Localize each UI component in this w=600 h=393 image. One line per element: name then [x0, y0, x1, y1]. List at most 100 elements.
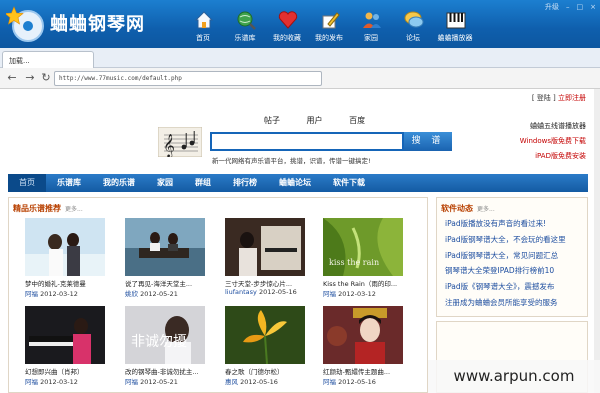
topnav-player[interactable]: 蛐蛐播放器 — [436, 0, 474, 48]
mainnav-library[interactable]: 乐谱库 — [46, 174, 92, 192]
software-news-panel: 软件动态 更多... iPad版播放没有声音的看过来! iPad版钢琴谱大全，不会… — [436, 197, 588, 317]
page-scrollbar[interactable] — [594, 89, 600, 393]
news-item[interactable]: 注册成为蛐蛐会员所能享受的服务 — [445, 295, 566, 311]
promo-windows[interactable]: Windows版免费下载 — [520, 134, 586, 149]
card-date: 2012-05-16 — [338, 378, 376, 386]
card-date: 2012-05-21 — [140, 290, 178, 298]
promo-player[interactable]: 蛐蛐五线谱播放器 — [520, 119, 586, 134]
refresh-icon[interactable]: ↻ — [40, 72, 52, 84]
card-date: 2012-05-16 — [240, 378, 278, 386]
card-thumbnail — [225, 306, 305, 364]
mainnav-my-scores[interactable]: 我的乐谱 — [92, 174, 146, 192]
news-item[interactable]: 钢琴谱大全荣登IPAD排行榜前10 — [445, 263, 566, 279]
card-title[interactable]: 三寸天堂-步步惊心片... — [225, 278, 305, 288]
card-user[interactable]: 惠风 — [225, 378, 238, 386]
music-panel-title: 精品乐谱推荐 更多... — [13, 203, 83, 214]
music-panel-more-link[interactable]: 更多... — [65, 206, 83, 213]
search-tab-posts[interactable]: 帖子 — [264, 115, 280, 126]
news-item[interactable]: iPad版《钢琴谱大全》，震撼发布 — [445, 279, 566, 295]
logo-icon — [6, 6, 44, 42]
register-link[interactable]: 立即注册 — [558, 94, 586, 102]
login-link[interactable]: [ 登陆 ] — [532, 94, 556, 102]
close-button[interactable]: × — [590, 3, 596, 11]
card-title[interactable]: 说了再见-海洋天堂主... — [125, 278, 205, 288]
slogan: 新一代网络有声乐谱平台，挑谱，识谱，传谱一键搞定! — [212, 157, 371, 165]
promo-ipad[interactable]: iPAD版免费安装 — [520, 149, 586, 164]
card-user[interactable]: 姚欣 — [125, 290, 138, 298]
mainnav-forum[interactable]: 蛐蛐论坛 — [268, 174, 322, 192]
topnav-favorites[interactable]: 我的收藏 — [268, 0, 306, 48]
card-date: 2012-05-16 — [258, 288, 297, 296]
news-item[interactable]: iPad版播放没有声音的看过来! — [445, 216, 566, 232]
card-title[interactable]: 红颜劫-甄嬛传主题曲... — [323, 366, 403, 376]
login-links: [ 登陆 ] 立即注册 — [532, 93, 586, 103]
maximize-button[interactable]: □ — [577, 3, 584, 11]
music-card[interactable]: kiss the rain Kiss the Rain（雨的印... 阿福 20… — [323, 218, 403, 298]
music-card[interactable]: 春之歌（门德尔松） 惠风 2012-05-16 — [225, 306, 305, 386]
news-item[interactable]: iPad版钢琴谱大全，常见问题汇总 — [445, 248, 566, 264]
globe-search-icon — [237, 11, 256, 30]
pencil-icon — [322, 12, 340, 29]
mainnav-downloads[interactable]: 软件下载 — [322, 174, 376, 192]
main-nav: 首页 乐谱库 我的乐谱 家园 群组 排行榜 蛐蛐论坛 软件下载 — [8, 174, 588, 192]
card-title[interactable]: 春之歌（门德尔松） — [225, 366, 305, 376]
software-news-list: iPad版播放没有声音的看过来! iPad版钢琴谱大全，不会玩的看这里 iPad… — [445, 216, 566, 311]
piano-keys-icon — [446, 12, 466, 29]
card-user[interactable]: 阿福 — [323, 290, 336, 298]
search-tab-users[interactable]: 用户 — [307, 115, 323, 126]
mainnav-rankings[interactable]: 排行榜 — [222, 174, 268, 192]
people-icon — [363, 12, 381, 28]
topnav-published[interactable]: 我的发布 — [310, 0, 348, 48]
card-user[interactable]: 阿福 — [323, 378, 336, 386]
news-item[interactable]: iPad版钢琴谱大全，不会玩的看这里 — [445, 232, 566, 248]
search-tab-baidu[interactable]: 百度 — [349, 115, 365, 126]
topnav-library[interactable]: 乐谱库 — [226, 0, 264, 48]
music-card[interactable]: 非诚勿擾 改的钢琴曲-非诚勿扰主... 阿福 2012-05-21 — [125, 306, 205, 386]
card-title[interactable]: 梦中的婚礼-克莱德曼 — [25, 278, 105, 288]
search-input[interactable] — [210, 132, 404, 151]
music-card[interactable]: 幻想即兴曲（肖邦） 阿福 2012-03-12 — [25, 306, 105, 386]
card-thumbnail — [125, 218, 205, 276]
software-panel-more-link[interactable]: 更多... — [477, 206, 495, 213]
card-date: 2012-03-12 — [40, 290, 78, 298]
card-title[interactable]: Kiss the Rain（雨的印... — [323, 278, 403, 288]
music-card[interactable]: 梦中的婚礼-克莱德曼 阿福 2012-03-12 — [25, 218, 105, 298]
watermark: www.arpun.com — [428, 360, 600, 393]
mainnav-home[interactable]: 首页 — [8, 174, 46, 192]
card-user[interactable]: liufantasy — [225, 288, 257, 296]
card-meta: 姚欣 2012-05-21 — [125, 288, 205, 298]
back-arrow-icon[interactable]: ← — [6, 72, 18, 84]
card-user[interactable]: 阿福 — [25, 378, 38, 386]
card-thumbnail — [25, 218, 105, 276]
minimize-button[interactable]: – — [566, 3, 570, 11]
search-button[interactable]: 搜 谱 — [404, 132, 452, 151]
browser-tab[interactable]: 加载... — [2, 51, 94, 68]
card-title[interactable]: 改的钢琴曲-非诚勿扰主... — [125, 366, 205, 376]
topnav-home-space[interactable]: 家园 — [352, 0, 390, 48]
music-card[interactable]: 三寸天堂-步步惊心片... liufantasy 2012-05-16 — [225, 218, 305, 296]
card-thumbnail: kiss the rain — [323, 218, 403, 276]
mainnav-groups[interactable]: 群组 — [184, 174, 222, 192]
music-card[interactable]: 红颜劫-甄嬛传主题曲... 阿福 2012-05-16 — [323, 306, 403, 386]
card-title[interactable]: 幻想即兴曲（肖邦） — [25, 366, 105, 376]
upgrade-link[interactable]: 升级 — [545, 2, 559, 12]
music-card[interactable]: 说了再见-海洋天堂主... 姚欣 2012-05-21 — [125, 218, 205, 298]
card-thumbnail — [323, 306, 403, 364]
card-user[interactable]: 阿福 — [125, 378, 138, 386]
card-thumbnail: 非诚勿擾 — [125, 306, 205, 364]
card-meta: 阿福 2012-05-21 — [125, 376, 205, 386]
url-input[interactable]: http://www.77music.com/default.php — [54, 71, 322, 86]
mainnav-home-space[interactable]: 家园 — [146, 174, 184, 192]
heart-icon — [278, 11, 298, 29]
card-user[interactable]: 阿福 — [25, 290, 38, 298]
software-panel-heading: 软件动态 — [441, 204, 473, 213]
card-meta: liufantasy 2012-05-16 — [225, 288, 305, 296]
topnav-forum[interactable]: 论坛 — [394, 0, 432, 48]
top-nav: 首页 乐谱库 我的收藏 我的发布 家园 论坛 蛐蛐播放器 — [184, 0, 478, 48]
music-notes-icon: 𝄞 — [158, 127, 202, 157]
card-date: 2012-03-12 — [40, 378, 78, 386]
app-title: 蛐蛐钢琴网 — [50, 14, 145, 35]
topnav-home[interactable]: 首页 — [184, 0, 222, 48]
forward-arrow-icon[interactable]: → — [24, 72, 36, 84]
home-icon — [194, 11, 214, 29]
